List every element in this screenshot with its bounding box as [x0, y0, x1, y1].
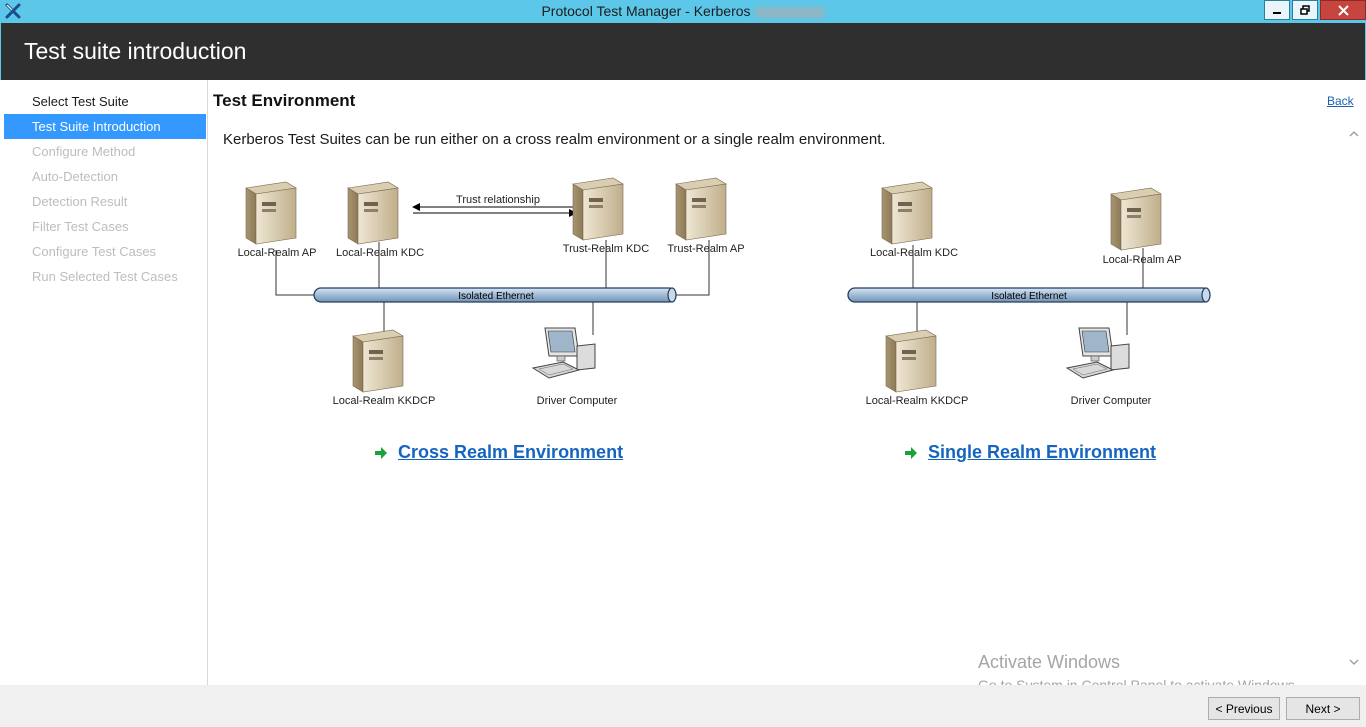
main-content: Test Environment Back Kerberos Test Suit… — [208, 80, 1366, 693]
single-driver-label: Driver Computer — [1071, 395, 1152, 407]
scroll-up-arrow[interactable] — [1348, 128, 1360, 140]
window-title-text: Protocol Test Manager - Kerberos — [541, 3, 751, 19]
watermark-title: Activate Windows — [978, 652, 1121, 672]
cross-trust-ap-label: Trust-Realm AP — [667, 243, 744, 255]
single-local-realm-kdc-server-icon — [881, 181, 933, 245]
arrow-right-icon — [375, 447, 387, 459]
sidebar-item-detection-result: Detection Result — [32, 194, 128, 209]
restore-icon[interactable] — [1292, 0, 1318, 20]
local-realm-kdc-server-icon — [347, 181, 399, 245]
cross-realm-environment-link[interactable]: Cross Realm Environment — [398, 442, 623, 463]
previous-button[interactable]: < Previous — [1208, 697, 1280, 720]
close-icon[interactable] — [1320, 0, 1366, 20]
blurred-version — [754, 6, 825, 18]
minimize-icon[interactable] — [1264, 0, 1290, 20]
trust-realm-ap-server-icon — [675, 177, 727, 241]
trust-relationship-label: Trust relationship — [456, 194, 540, 206]
cross-driver-label: Driver Computer — [537, 395, 618, 407]
single-local-ap-label: Local-Realm AP — [1103, 254, 1182, 266]
sidebar-item-auto-detection: Auto-Detection — [32, 169, 118, 184]
window-controls — [1262, 0, 1366, 21]
single-local-kdc-label: Local-Realm KDC — [870, 247, 958, 259]
sidebar-item-select-test-suite[interactable]: Select Test Suite — [4, 89, 206, 114]
driver-computer-icon — [532, 327, 596, 379]
wizard-sidebar: Select Test Suite Test Suite Introductio… — [0, 80, 208, 685]
single-local-realm-kkdcp-server-icon — [885, 329, 937, 393]
wizard-footer: < Previous Next > — [0, 685, 1366, 727]
arrow-right-icon — [905, 447, 917, 459]
single-driver-computer-icon — [1066, 327, 1130, 379]
trust-realm-kdc-server-icon — [572, 177, 624, 241]
page-header: Test suite introduction — [0, 23, 1366, 80]
cross-local-ap-label: Local-Realm AP — [238, 247, 317, 259]
local-realm-ap-server-icon — [245, 181, 297, 245]
window-title: Protocol Test Manager - Kerberos — [0, 3, 1366, 19]
cross-trust-kdc-label: Trust-Realm KDC — [563, 243, 649, 255]
single-realm-diagram: Isolated Ethernet Local-Realm KDC Local-… — [847, 181, 1211, 407]
sidebar-item-test-suite-introduction[interactable]: Test Suite Introduction — [4, 114, 206, 139]
local-realm-kkdcp-server-icon — [352, 329, 404, 393]
cross-local-kdc-label: Local-Realm KDC — [336, 247, 424, 259]
sidebar-item-configure-method: Configure Method — [32, 144, 136, 159]
next-button[interactable]: Next > — [1286, 697, 1360, 720]
cross-realm-diagram: Trust relationship Isolated Ethernet Loc… — [238, 177, 745, 407]
single-local-realm-ap-server-icon — [1110, 187, 1162, 251]
window-titlebar: Protocol Test Manager - Kerberos — [0, 0, 1366, 23]
scroll-down-arrow[interactable] — [1348, 656, 1360, 668]
cross-network-label: Isolated Ethernet — [458, 291, 534, 302]
page-title: Test suite introduction — [24, 38, 247, 64]
sidebar-item-run-selected-test-cases: Run Selected Test Cases — [32, 269, 178, 284]
single-realm-environment-link[interactable]: Single Realm Environment — [928, 442, 1156, 463]
sidebar-item-configure-test-cases: Configure Test Cases — [32, 244, 157, 259]
cross-kkdcp-label: Local-Realm KKDCP — [333, 395, 436, 407]
single-network-label: Isolated Ethernet — [991, 291, 1067, 302]
sidebar-item-filter-test-cases: Filter Test Cases — [32, 219, 129, 234]
environment-diagrams: Trust relationship Isolated Ethernet Loc… — [238, 177, 1211, 407]
single-kkdcp-label: Local-Realm KKDCP — [866, 395, 969, 407]
